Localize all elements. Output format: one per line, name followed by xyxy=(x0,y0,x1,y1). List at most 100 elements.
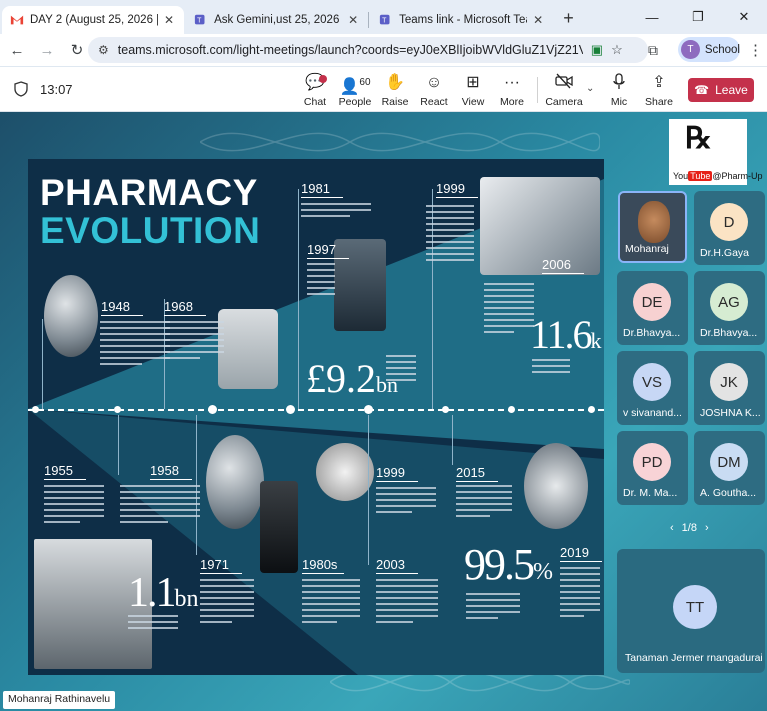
participant-tile[interactable]: DE Dr.Bhavya... xyxy=(617,271,688,345)
timeline-dot xyxy=(442,406,449,413)
tab-title: Teams link - Microsoft Teams xyxy=(399,14,527,26)
text-block xyxy=(376,487,436,517)
participant-name: Dr.H.Gaya xyxy=(700,247,750,259)
profile-label: School xyxy=(704,43,740,56)
previous-page-button[interactable]: ‹ xyxy=(670,522,674,534)
share-icon: ⇪ xyxy=(652,74,666,91)
extensions-icon[interactable]: ⧉ xyxy=(648,42,658,59)
stat-unit: k xyxy=(590,328,602,353)
camera-label: Camera xyxy=(545,96,583,108)
share-button[interactable]: ⇪ Share xyxy=(637,73,681,108)
browser-tab-gemini[interactable]: T Ask Gemini,ust 25, 2026 | Tu ✕ xyxy=(186,6,368,34)
close-tab-icon[interactable]: ✕ xyxy=(348,13,358,27)
react-button[interactable]: ☺ React xyxy=(412,73,456,108)
connector-line xyxy=(42,319,43,409)
text-block xyxy=(302,579,360,627)
text-block xyxy=(307,263,335,299)
browser-menu-icon[interactable]: ⋮ xyxy=(748,41,763,59)
timeline-dot xyxy=(286,405,295,414)
logo-tube: Tube xyxy=(688,171,713,181)
bookmark-star-icon[interactable]: ☆ xyxy=(611,42,623,58)
tab-title: Ask Gemini,ust 25, 2026 | Tu xyxy=(214,14,342,26)
people-icon: 👤60 xyxy=(339,77,371,96)
forward-arrow-icon[interactable]: → xyxy=(34,42,60,59)
translate-icon[interactable]: ▣ xyxy=(591,42,603,58)
logo-you: You xyxy=(673,171,689,181)
browser-tab-gmail[interactable]: DAY 2 (August 25, 2026 | Tue ✕ xyxy=(2,6,185,34)
meeting-toolbar: 13:07 💬 Chat 👤60 People ✋ Raise ☺ React … xyxy=(0,67,767,112)
window-controls: — ❐ ✕ xyxy=(629,0,767,34)
year-label: 1955 xyxy=(44,463,86,480)
reload-icon[interactable]: ↻ xyxy=(64,41,90,59)
year-label: 1968 xyxy=(164,299,206,316)
shared-slide: PHARMACY EVOLUTION 1948 1968 1981 1997 1… xyxy=(28,159,604,675)
close-tab-icon[interactable]: ✕ xyxy=(164,13,174,27)
view-button[interactable]: ⊞ View xyxy=(451,73,495,108)
avatar: JK xyxy=(710,363,748,401)
site-info-icon[interactable]: ⚙ xyxy=(98,43,109,57)
participant-tile[interactable]: DM A. Goutha... xyxy=(694,431,765,505)
year-label: 2003 xyxy=(376,557,418,574)
text-block xyxy=(44,485,104,527)
year-label: 2019 xyxy=(560,545,602,562)
year-label: 1971 xyxy=(200,557,242,574)
more-button[interactable]: ··· More xyxy=(490,73,534,108)
phone-hangup-icon: ☎ xyxy=(694,83,710,97)
people-label: People xyxy=(338,96,372,108)
leave-button[interactable]: ☎ Leave xyxy=(688,78,754,102)
svg-text:T: T xyxy=(382,18,387,25)
raise-label: Raise xyxy=(381,96,409,108)
text-block xyxy=(200,579,254,627)
view-icon: ⊞ xyxy=(466,74,480,91)
chat-button[interactable]: 💬 Chat xyxy=(293,73,337,108)
raise-hand-button[interactable]: ✋ Raise xyxy=(373,73,417,108)
minimize-button[interactable]: — xyxy=(629,0,675,34)
browser-tab-strip: DAY 2 (August 25, 2026 | Tue ✕ T Ask Gem… xyxy=(0,0,767,34)
new-tab-button[interactable]: + xyxy=(563,8,574,29)
address-bar[interactable]: ⚙ teams.microsoft.com/light-meetings/lau… xyxy=(88,37,648,63)
participant-tile[interactable]: VS v sivanand... xyxy=(617,351,688,425)
react-icon: ☺ xyxy=(425,74,443,91)
timeline-dot xyxy=(114,406,121,413)
chevron-down-icon[interactable]: ⌄ xyxy=(586,83,594,94)
back-arrow-icon[interactable]: ← xyxy=(4,42,30,59)
self-video-tile[interactable]: Mohanraj xyxy=(618,191,687,263)
timeline-dot xyxy=(364,405,373,414)
participant-tile[interactable]: D Dr.H.Gaya xyxy=(694,191,765,265)
gallery-pager: ‹ 1/8 › xyxy=(670,522,709,534)
presenter-name-tag: Mohanraj Rathinavelu xyxy=(3,691,116,709)
tab-title: DAY 2 (August 25, 2026 | Tue xyxy=(30,14,158,26)
participant-tile[interactable]: PD Dr. M. Ma... xyxy=(617,431,688,505)
browser-tab-teams[interactable]: T Teams link - Microsoft Teams ✕ xyxy=(371,6,553,34)
stat-value: £9.2 xyxy=(306,356,376,401)
close-window-button[interactable]: ✕ xyxy=(721,0,767,34)
profile-chip[interactable]: T School xyxy=(678,37,740,62)
text-block xyxy=(128,615,178,633)
camera-button[interactable]: Camera xyxy=(542,73,586,108)
page-indicator: 1/8 xyxy=(681,522,697,534)
participant-video xyxy=(638,201,670,243)
close-tab-icon[interactable]: ✕ xyxy=(533,13,543,27)
year-label: 1958 xyxy=(150,463,192,480)
stat-9-2bn: £9.2bn xyxy=(306,355,398,402)
pills-photo xyxy=(316,443,374,501)
url-text[interactable]: teams.microsoft.com/light-meetings/launc… xyxy=(118,43,583,57)
restore-button[interactable]: ❐ xyxy=(675,0,721,34)
researcher-photo xyxy=(480,177,600,275)
avatar: VS xyxy=(633,363,671,401)
participant-name: Mohanraj xyxy=(625,243,669,255)
rx-symbol-icon: ℞ xyxy=(685,122,712,155)
spotlight-participant-tile[interactable]: TT Tanaman Jermer rnangadurai xyxy=(617,549,765,673)
participant-name: A. Goutha... xyxy=(700,487,757,499)
people-button[interactable]: 👤60 People xyxy=(333,73,377,108)
gmail-icon xyxy=(10,15,24,25)
text-block xyxy=(120,485,200,527)
year-label: 1981 xyxy=(301,181,343,198)
participant-tile[interactable]: AG Dr.Bhavya... xyxy=(694,271,765,345)
text-block xyxy=(484,283,534,337)
mic-button[interactable]: Mic xyxy=(597,73,641,108)
participant-tile[interactable]: JK JOSHNA K... xyxy=(694,351,765,425)
text-block xyxy=(301,203,371,221)
next-page-button[interactable]: › xyxy=(705,522,709,534)
year-label: 1980s xyxy=(302,557,345,574)
